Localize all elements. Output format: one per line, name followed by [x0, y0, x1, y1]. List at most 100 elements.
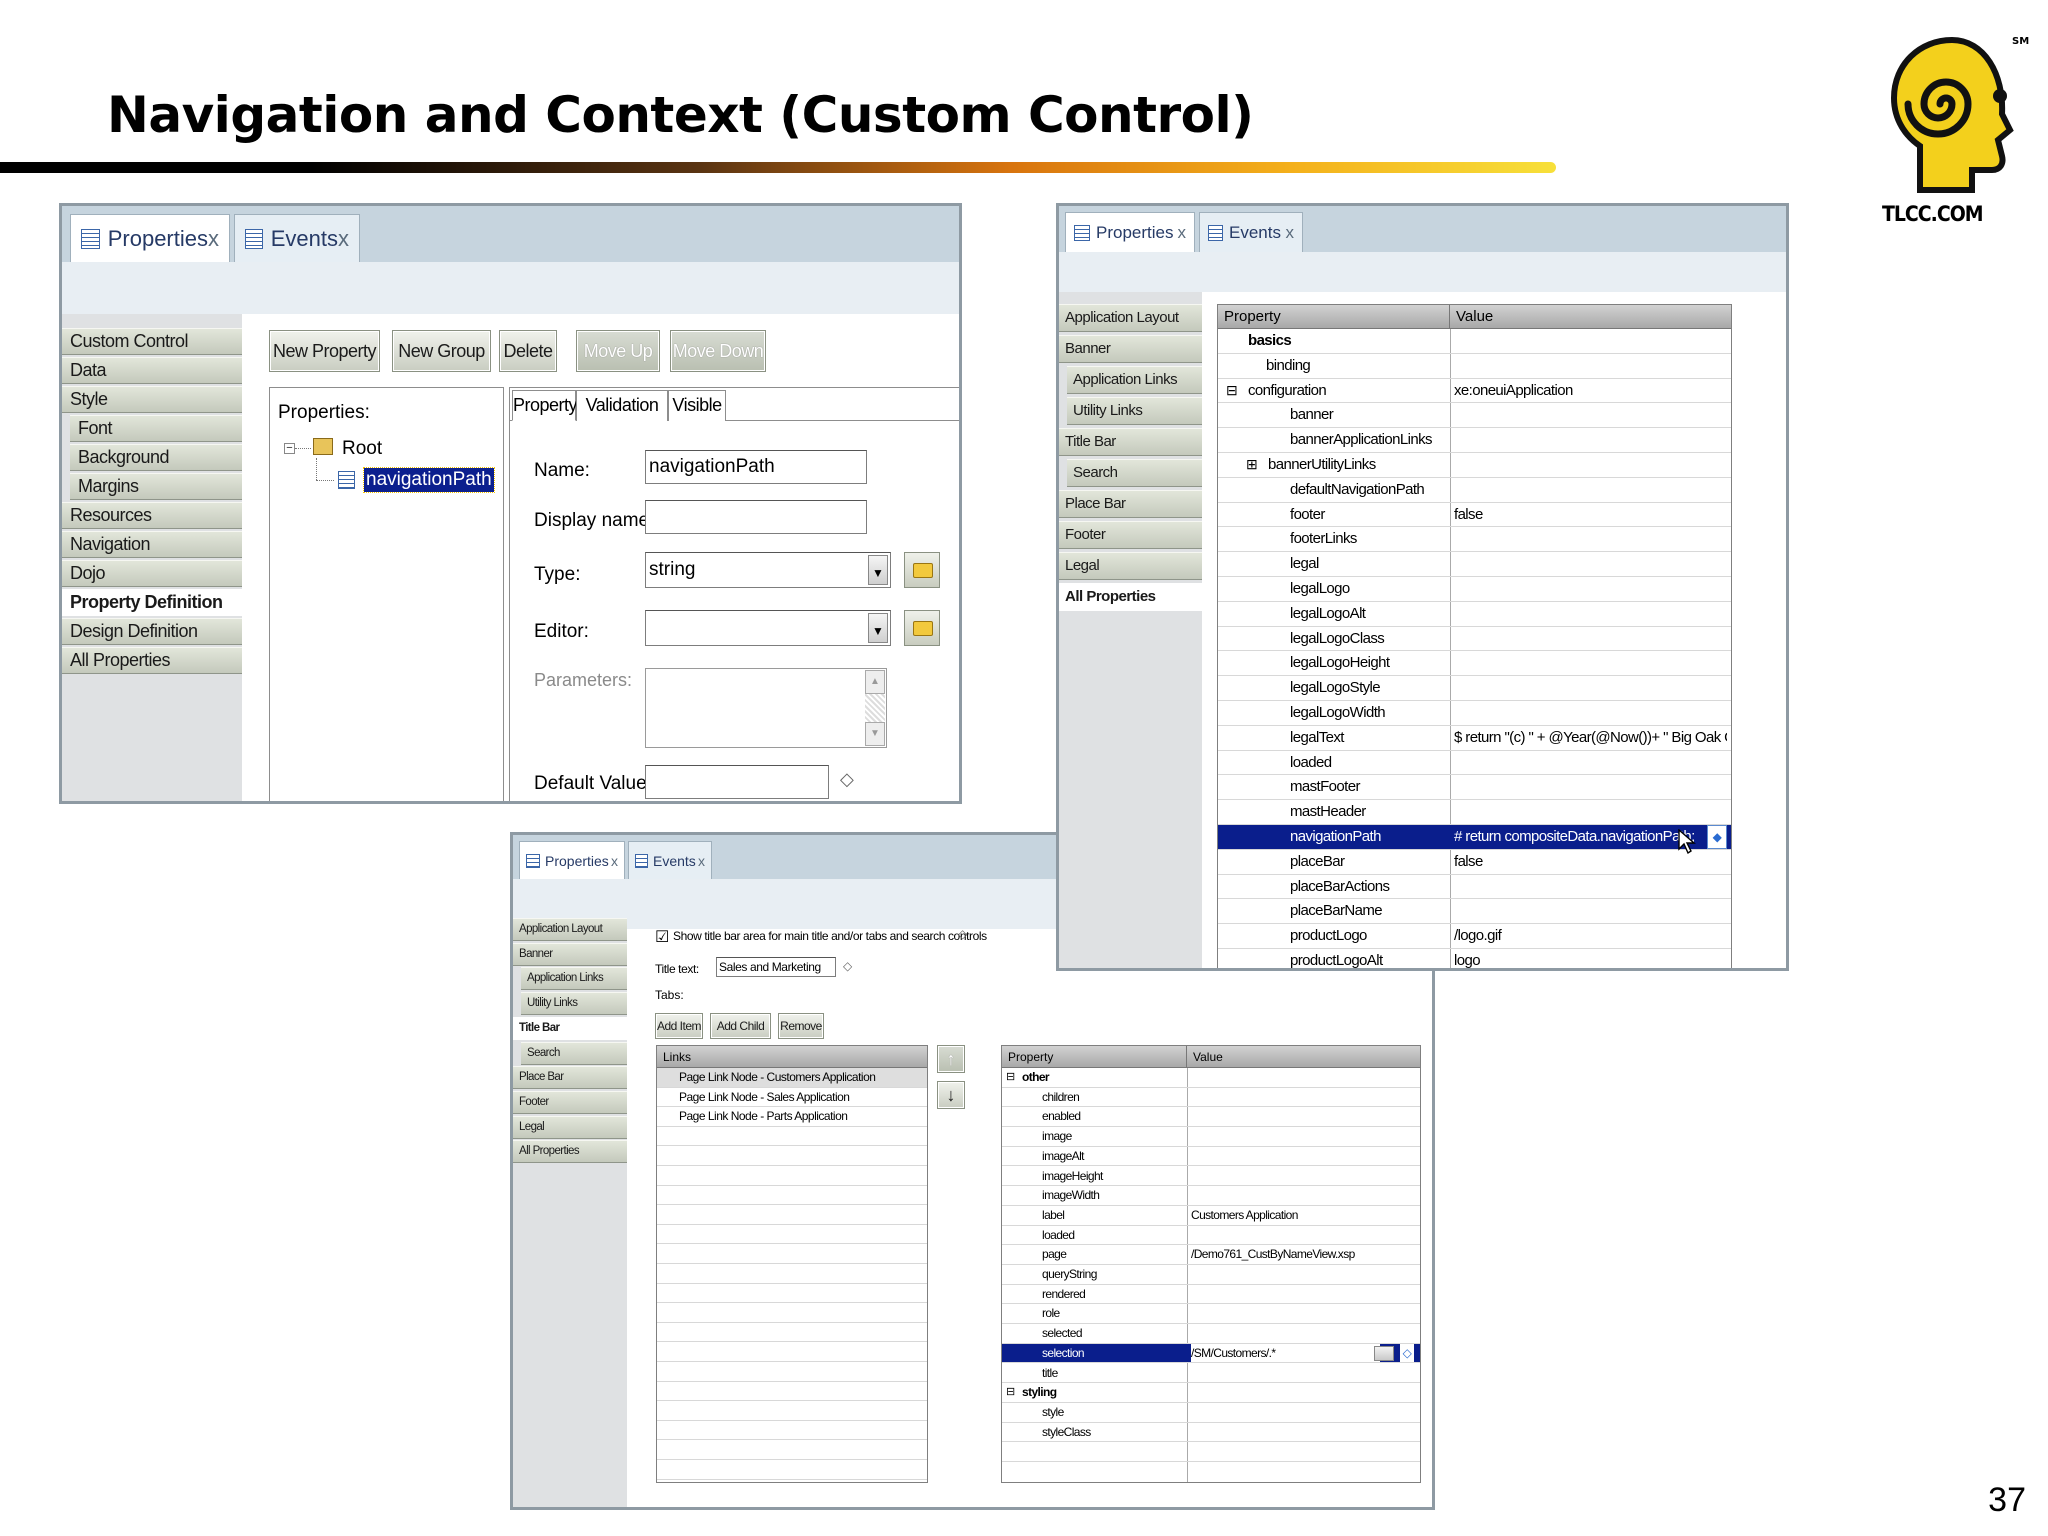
sidebar-item-footer[interactable]: Footer — [1059, 521, 1202, 549]
close-icon[interactable]: x — [611, 853, 618, 869]
edit-icon[interactable] — [1374, 1345, 1394, 1361]
table-row[interactable]: placeBar false — [1218, 850, 1731, 875]
new-group-button[interactable]: New Group — [392, 330, 491, 372]
table-row[interactable]: legalLogoWidth — [1218, 701, 1731, 726]
compute-diamond-icon[interactable]: ◇ — [1400, 1343, 1414, 1363]
table-row[interactable]: placeBarActions — [1218, 875, 1731, 900]
table-row[interactable]: legal — [1218, 552, 1731, 577]
value-column-header[interactable]: Value — [1187, 1046, 1420, 1067]
compute-diamond-icon[interactable]: ◇ — [840, 769, 854, 790]
show-title-bar-checkbox[interactable]: ☑ — [655, 927, 669, 947]
collapse-icon[interactable]: − — [284, 443, 295, 454]
sidebar-item-dojo[interactable]: Dojo — [62, 560, 242, 587]
value-column-header[interactable]: Value — [1450, 305, 1731, 328]
tree-node-navigationpath[interactable]: navigationPath — [363, 467, 495, 493]
list-item[interactable]: Page Link Node - Parts Application — [657, 1107, 927, 1127]
sidebar-item-footer[interactable]: Footer — [513, 1090, 627, 1114]
sidebar-item-background[interactable]: Background — [70, 444, 242, 471]
sidebar-item-banner[interactable]: Banner — [513, 942, 627, 966]
sidebar-item-application-links[interactable]: Application Links — [521, 967, 627, 991]
chevron-down-icon[interactable]: ▼ — [868, 613, 888, 643]
add-child-button[interactable]: Add Child — [710, 1013, 771, 1039]
sidebar-item-application-layout[interactable]: Application Layout — [513, 918, 627, 941]
subtab-visible[interactable]: Visible — [668, 390, 726, 421]
scroll-down-icon[interactable]: ▼ — [865, 722, 885, 746]
tab-properties[interactable]: Properties x — [1065, 212, 1195, 252]
remove-button[interactable]: Remove — [778, 1013, 824, 1039]
list-item[interactable]: Page Link Node - Sales Application — [657, 1088, 927, 1108]
collapse-icon[interactable]: ⊟ — [1006, 1383, 1020, 1402]
close-icon[interactable]: x — [208, 226, 219, 252]
sidebar-item-banner[interactable]: Banner — [1059, 335, 1202, 363]
table-row[interactable]: page/Demo761_CustByNameView.xsp — [1002, 1245, 1420, 1265]
table-row[interactable]: legalLogoClass — [1218, 627, 1731, 652]
collapse-icon[interactable]: ⊟ — [1006, 1068, 1020, 1087]
default-value-field[interactable] — [645, 765, 829, 799]
display-name-field[interactable] — [645, 500, 867, 534]
table-row[interactable]: ⊟ configuration xe:oneuiApplication — [1218, 379, 1731, 404]
subtab-property[interactable]: Property — [512, 390, 578, 421]
sidebar-item-all-properties[interactable]: All Properties — [1059, 583, 1202, 611]
table-row[interactable]: mastFooter — [1218, 775, 1731, 801]
move-up-button[interactable]: ↑ — [937, 1045, 965, 1073]
table-row[interactable]: role — [1002, 1304, 1420, 1325]
table-row[interactable]: imageHeight — [1002, 1167, 1420, 1187]
tree-node-root[interactable]: Root — [342, 438, 382, 460]
sidebar-item-margins[interactable]: Margins — [70, 473, 242, 500]
table-row[interactable]: imageAlt — [1002, 1147, 1420, 1167]
sidebar-item-custom-control[interactable]: Custom Control — [62, 328, 242, 355]
sidebar-item-all-properties[interactable]: All Properties — [62, 647, 242, 674]
table-row[interactable]: loaded — [1002, 1226, 1420, 1246]
tab-events[interactable]: Events x — [628, 841, 712, 879]
move-up-button[interactable]: Move Up — [576, 330, 660, 372]
table-row[interactable]: enabled — [1002, 1107, 1420, 1128]
table-row[interactable]: style — [1002, 1403, 1420, 1423]
table-row[interactable]: image — [1002, 1127, 1420, 1147]
sidebar-item-utility-links[interactable]: Utility Links — [1067, 397, 1202, 425]
sidebar-item-style[interactable]: Style — [62, 386, 242, 413]
scroll-up-icon[interactable]: ▲ — [865, 670, 885, 694]
sidebar-item-utility-links[interactable]: Utility Links — [521, 992, 627, 1016]
table-row[interactable]: rendered — [1002, 1285, 1420, 1305]
tab-events[interactable]: Events x — [234, 214, 360, 262]
tab-properties[interactable]: Properties x — [70, 214, 230, 262]
table-row[interactable]: ⊟ styling — [1002, 1383, 1420, 1403]
delete-button[interactable]: Delete — [499, 330, 557, 372]
table-row[interactable]: title — [1002, 1364, 1420, 1384]
sidebar-item-place-bar[interactable]: Place Bar — [513, 1066, 627, 1090]
sidebar-item-search[interactable]: Search — [521, 1041, 627, 1065]
table-row[interactable]: selection/SM/Customers/.* ◇ — [1002, 1343, 1420, 1364]
sidebar-item-place-bar[interactable]: Place Bar — [1059, 490, 1202, 518]
new-property-button[interactable]: New Property — [269, 330, 380, 372]
move-down-button[interactable]: ↓ — [937, 1081, 965, 1109]
table-row[interactable]: defaultNavigationPath — [1218, 478, 1731, 503]
add-item-button[interactable]: Add Item — [655, 1013, 703, 1039]
sidebar-item-application-links[interactable]: Application Links — [1067, 366, 1202, 394]
table-row[interactable]: binding — [1218, 354, 1731, 379]
sidebar-item-font[interactable]: Font — [70, 415, 242, 442]
sidebar-item-application-layout[interactable]: Application Layout — [1059, 304, 1202, 332]
compute-diamond-icon[interactable]: ◇ — [843, 959, 852, 973]
table-row[interactable]: styleClass — [1002, 1423, 1420, 1443]
table-row[interactable]: legalText $ return "(c) " + @Year(@Now())… — [1218, 726, 1731, 751]
type-select[interactable]: string ▼ — [645, 552, 891, 588]
property-column-header[interactable]: Property — [1002, 1046, 1187, 1067]
sidebar-item-title-bar[interactable]: Title Bar — [1059, 428, 1202, 456]
editor-browse-button[interactable] — [904, 610, 940, 646]
collapse-icon[interactable]: ⊟ — [1226, 379, 1242, 403]
parameters-textarea[interactable]: ▲ ▼ — [645, 668, 887, 748]
table-row[interactable]: footer false — [1218, 503, 1731, 528]
sidebar-item-legal[interactable]: Legal — [513, 1115, 627, 1139]
sidebar-item-search[interactable]: Search — [1067, 459, 1202, 487]
close-icon[interactable]: x — [1178, 223, 1187, 243]
sidebar-item-property-definition[interactable]: Property Definition — [62, 589, 242, 616]
title-text-field[interactable]: Sales and Marketing — [716, 957, 836, 977]
table-row[interactable]: placeBarName — [1218, 899, 1731, 925]
sidebar-item-title-bar[interactable]: Title Bar — [513, 1016, 627, 1040]
chevron-down-icon[interactable]: ▼ — [868, 555, 888, 585]
table-row[interactable]: legalLogo — [1218, 577, 1731, 602]
name-field[interactable]: navigationPath — [645, 450, 867, 484]
table-row[interactable]: footerLinks — [1218, 527, 1731, 553]
sidebar-item-all-properties[interactable]: All Properties — [513, 1140, 627, 1164]
table-row[interactable]: ⊞ bannerUtilityLinks — [1218, 453, 1731, 478]
